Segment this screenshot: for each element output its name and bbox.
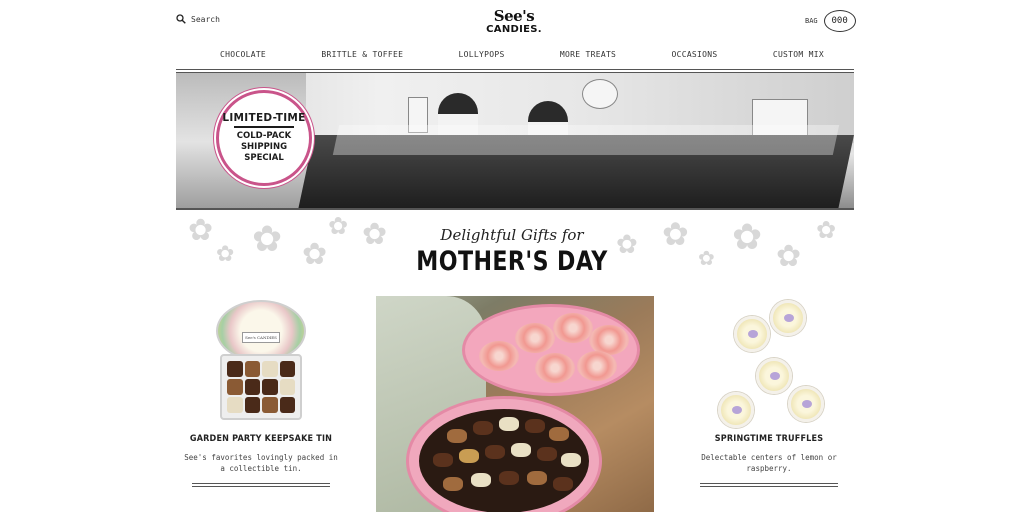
bag-count-badge: 000: [823, 10, 856, 32]
chocolate-piece: [262, 361, 278, 377]
chocolate-piece: [227, 361, 243, 377]
chocolate-piece: [471, 473, 491, 487]
product-divider: [192, 483, 330, 487]
nav-item-lollypops[interactable]: LOLLYPOPS: [459, 50, 505, 64]
product-description-line: Delectable centers of lemon or: [701, 453, 837, 462]
mothers-day-heading: Delightful Gifts for MOTHER'S DAY: [0, 226, 1024, 277]
truffle-piece: [788, 386, 824, 422]
chocolate-piece: [443, 477, 463, 491]
truffle-piece: [718, 392, 754, 428]
chocolate-piece: [244, 361, 260, 377]
chocolate-piece: [525, 419, 545, 433]
product-description: See's favorites lovingly packed in a col…: [176, 452, 346, 474]
chocolate-piece: [227, 379, 243, 395]
rose-decoration: [553, 313, 593, 343]
badge-text-line: SHIPPING: [240, 142, 288, 152]
nav-item-chocolate[interactable]: CHOCOLATE: [220, 50, 266, 64]
truffle-piece: [756, 358, 792, 394]
chocolate-piece: [244, 379, 260, 395]
truffle-piece: [770, 300, 806, 336]
chocolate-piece: [549, 427, 569, 441]
section-subtitle: Delightful Gifts for: [440, 226, 584, 244]
chocolate-piece: [537, 447, 557, 461]
chocolate-piece: [279, 397, 295, 413]
truffle-piece: [734, 316, 770, 352]
product-name[interactable]: SPRINGTIME TRUFFLES: [688, 434, 850, 444]
hero-banner[interactable]: LIMITED-TIME COLD-PACK SHIPPING SPECIAL: [176, 73, 854, 210]
main-navigation: CHOCOLATE BRITTLE & TOFFEE LOLLYPOPS MOR…: [176, 50, 854, 64]
chocolate-piece: [279, 361, 295, 377]
rose-box-lid: [462, 304, 640, 396]
product-image-springtime-truffles[interactable]: [714, 300, 824, 430]
chocolate-piece: [499, 471, 519, 485]
chocolate-piece: [511, 443, 531, 457]
product-name[interactable]: GARDEN PARTY KEEPSAKE TIN: [180, 434, 342, 444]
badge-text-line: COLD-PACK: [236, 131, 292, 141]
rose-decoration: [479, 341, 519, 371]
badge-title: LIMITED-TIME: [222, 112, 306, 124]
search-label: Search: [191, 14, 220, 24]
logo-wordmark-candies: CANDIES.: [486, 24, 542, 35]
product-card-garden-party-tin[interactable]: See's CANDIES GARDEN PARTY KEEPSAKE TIN …: [176, 300, 346, 487]
product-description-line: a collectible tin.: [220, 464, 302, 473]
chocolate-piece: [433, 453, 453, 467]
chocolate-piece: [279, 379, 295, 395]
chocolate-box-tray: [406, 396, 602, 512]
rose-decoration: [535, 353, 575, 383]
product-card-springtime-truffles[interactable]: SPRINGTIME TRUFFLES Delectable centers o…: [684, 300, 854, 487]
chocolate-piece: [244, 397, 260, 413]
site-header: Search See's CANDIES. BAG 000: [0, 0, 1024, 46]
bag-label: BAG: [805, 17, 818, 25]
badge-text-line: SPECIAL: [244, 153, 284, 163]
chocolate-piece: [561, 453, 581, 467]
badge-divider: [234, 126, 294, 128]
nav-item-custom-mix[interactable]: CUSTOM MIX: [773, 50, 824, 64]
nav-item-brittle-toffee[interactable]: BRITTLE & TOFFEE: [321, 50, 403, 64]
cold-pack-shipping-badge[interactable]: LIMITED-TIME COLD-PACK SHIPPING SPECIAL: [216, 90, 312, 186]
shopping-bag-button[interactable]: BAG 000: [805, 10, 856, 32]
tin-lid: [216, 300, 306, 362]
logo-wordmark-sees: See's: [493, 7, 535, 25]
product-description-line: raspberry.: [746, 464, 792, 473]
chocolate-piece: [553, 477, 573, 491]
product-description: Delectable centers of lemon or raspberry…: [684, 452, 854, 474]
chocolate-piece: [227, 397, 243, 413]
chocolate-piece: [447, 429, 467, 443]
featured-heart-box-image[interactable]: [376, 296, 654, 512]
tin-label: See's CANDIES: [242, 332, 280, 343]
search-button[interactable]: Search: [176, 14, 220, 24]
tin-chocolates: [220, 354, 302, 420]
nav-item-more-treats[interactable]: MORE TREATS: [560, 50, 616, 64]
chocolate-piece: [499, 417, 519, 431]
chocolate-piece: [262, 397, 278, 413]
nav-item-occasions[interactable]: OCCASIONS: [671, 50, 717, 64]
chocolate-piece: [262, 379, 278, 395]
chocolate-piece: [473, 421, 493, 435]
banner-photo-glass: [332, 125, 840, 155]
search-icon: [176, 14, 186, 24]
rose-decoration: [577, 351, 617, 381]
product-image-keepsake-tin[interactable]: See's CANDIES: [216, 300, 306, 430]
chocolate-piece: [459, 449, 479, 463]
product-description-line: See's favorites lovingly packed in: [184, 453, 338, 462]
sees-candies-logo[interactable]: See's CANDIES.: [478, 9, 550, 35]
section-title: MOTHER'S DAY: [416, 246, 608, 277]
rose-decoration: [515, 323, 555, 353]
chocolate-piece: [485, 445, 505, 459]
chocolate-piece: [527, 471, 547, 485]
chocolate-assortment: [419, 409, 589, 512]
banner-photo-sign: [582, 79, 618, 109]
product-divider: [700, 483, 838, 487]
